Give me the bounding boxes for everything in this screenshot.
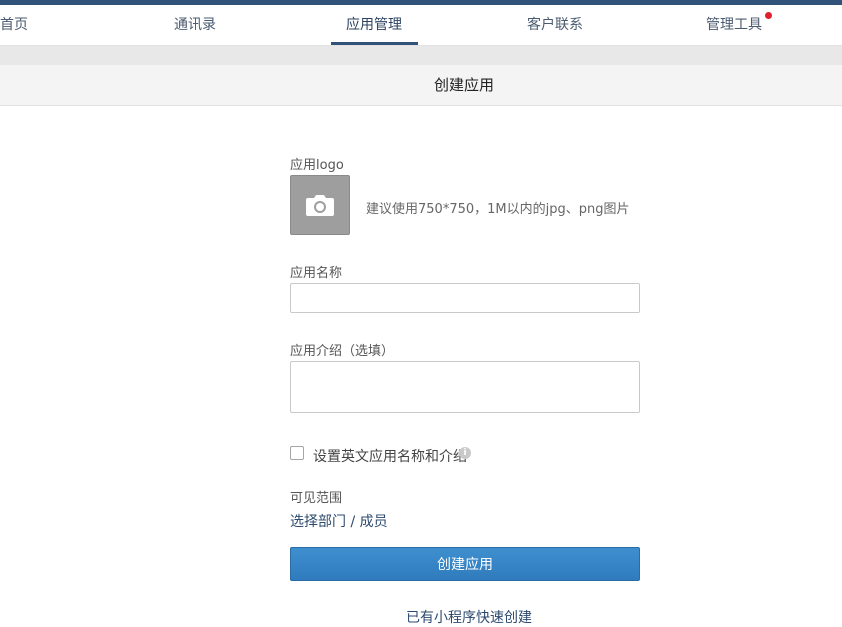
select-departments-members-link[interactable]: 选择部门 / 成员 [290, 511, 388, 531]
info-icon[interactable]: i [459, 447, 471, 459]
nav-tab-home[interactable]: 首页 [0, 5, 28, 45]
notification-dot [765, 12, 772, 19]
create-app-button[interactable]: 创建应用 [290, 547, 640, 581]
top-nav: 首页 通讯录 应用管理 客户联系 管理工具 [0, 5, 842, 46]
nav-tab-management-tools[interactable]: 管理工具 [706, 5, 762, 45]
page-title: 创建应用 [433, 76, 494, 94]
logo-hint: 建议使用750*750，1M以内的jpg、png图片 [366, 202, 630, 217]
header-spacer [0, 46, 842, 65]
app-intro-label: 应用介绍（选填） [290, 344, 395, 359]
english-info-checkbox[interactable] [290, 446, 304, 460]
nav-tab-app-management[interactable]: 应用管理 [346, 5, 402, 45]
app-name-label: 应用名称 [290, 266, 343, 281]
app-intro-textarea[interactable] [290, 361, 640, 413]
camera-icon [306, 195, 334, 216]
visibility-label: 可见范围 [290, 491, 343, 506]
nav-tab-customer-contact[interactable]: 客户联系 [527, 5, 583, 45]
active-tab-indicator [331, 42, 418, 45]
quick-create-from-miniprogram-link[interactable]: 已有小程序快速创建 [406, 607, 532, 627]
app-name-input[interactable] [290, 283, 640, 313]
logo-upload[interactable] [290, 175, 350, 235]
page-title-bar: 创建应用 [0, 65, 842, 106]
logo-label: 应用logo [290, 158, 344, 173]
nav-tab-contacts[interactable]: 通讯录 [174, 5, 216, 45]
english-info-checkbox-label[interactable]: 设置英文应用名称和介绍 [313, 446, 467, 466]
